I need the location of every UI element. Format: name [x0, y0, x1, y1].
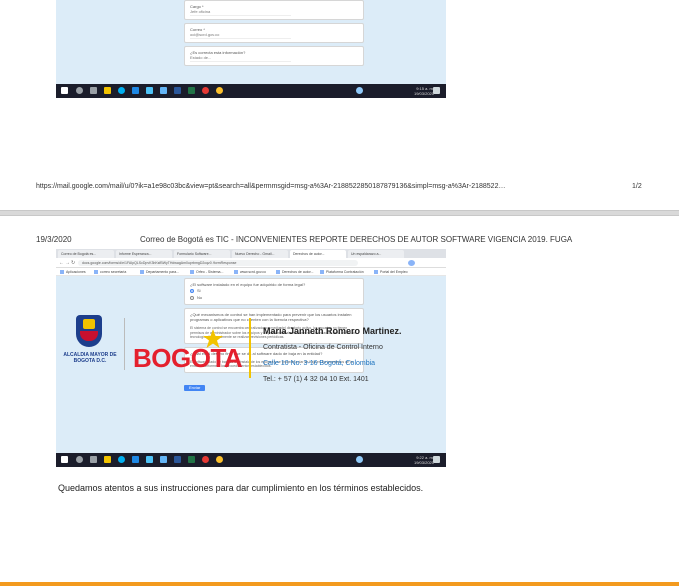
chrome-icon — [202, 87, 209, 94]
reload-icon: ↻ — [71, 260, 76, 266]
windows-taskbar: 9:15 a. m. 19/03/2020 — [56, 84, 446, 98]
form-card-question1: ¿El software instalado en el equipo fue … — [184, 278, 364, 305]
radio-checked-icon — [190, 289, 194, 293]
network-icon — [356, 87, 363, 94]
windows-start-icon — [61, 87, 68, 94]
browser-tab: Correo de Bogotá es... — [58, 250, 114, 258]
profile-avatar-icon — [408, 260, 415, 266]
clock-date: 19/03/2020 — [413, 91, 434, 96]
bookmark: Orfeo - Sistema... — [190, 269, 223, 275]
word-icon — [174, 456, 181, 463]
form-card-cargo: Cargo * Jefe oficina — [184, 0, 364, 20]
search-icon — [76, 456, 83, 463]
chrome-active-icon — [216, 87, 223, 94]
option-no: No — [190, 294, 358, 301]
excel-icon — [188, 87, 195, 94]
bookmark: www.scrd.gov.co — [234, 269, 266, 275]
pdf-page-2: 19/3/2020 Correo de Bogotá es TIC - INCO… — [0, 216, 679, 586]
signature-divider — [249, 318, 251, 378]
signer-role: Contratista - Oficina de Control Interno — [263, 344, 383, 351]
browser-tab: Un espaldarazo a... — [348, 250, 404, 258]
network-icon — [356, 456, 363, 463]
skype-icon — [118, 87, 125, 94]
question-text: ¿Qué mecanismos de control se han implem… — [190, 312, 352, 322]
browser-tab: Informe Esperanza... — [116, 250, 172, 258]
bookmarks-bar: Aplicaciones correo secretaria Departame… — [56, 268, 446, 276]
field-value: Estado de... — [190, 55, 291, 62]
browser-tab: Nuevo Derecho - Gmail... — [232, 250, 288, 258]
signer-phone: Tel.: + 57 (1) 4 32 04 10 Ext. 1401 — [263, 376, 369, 383]
windows-taskbar: 9:22 a. m. 19/03/2020 — [56, 453, 446, 467]
taskbar-clock: 9:22 a. m. 19/03/2020 — [414, 455, 434, 465]
radio-unchecked-icon — [190, 296, 194, 300]
bookmark: Derechos de autor... — [276, 269, 314, 275]
embedded-form-screenshot: Cargo * Jefe oficina Correo * oci@scrd.g… — [56, 0, 446, 98]
form-card-correo: Correo * oci@scrd.gov.co — [184, 23, 364, 43]
edge-icon — [132, 456, 139, 463]
form-card-question: ¿Es correcta esta información? Estado de… — [184, 46, 364, 66]
browser-address-bar: ← → ↻ docs.google.com/forms/d/e/1FAIpQLS… — [56, 258, 446, 268]
print-footer-url: https://mail.google.com/mail/u/0?ik=a1e9… — [36, 183, 506, 190]
browser-tab-active: Derechos de autor... — [290, 250, 346, 258]
taskbar-clock: 9:15 a. m. 19/03/2020 — [414, 86, 434, 96]
browser-tab-strip: Correo de Bogotá es... Informe Esperanza… — [56, 249, 446, 258]
bogota-wordmark: BOGOTA — [133, 343, 243, 373]
notifications-icon — [433, 87, 440, 94]
word-icon — [174, 87, 181, 94]
mail-icon — [160, 87, 167, 94]
signer-address: Calle 10 No. 3-16 Bogotá, Colombia — [263, 360, 376, 367]
browser-tab: Formulario Software... — [174, 250, 230, 258]
signer-name: Maria Janneth Romero Martinez. — [263, 326, 402, 336]
file-explorer-icon — [104, 87, 111, 94]
clock-date: 19/03/2020 — [413, 460, 434, 465]
logo-divider — [124, 318, 125, 370]
windows-start-icon — [61, 456, 68, 463]
url-field: docs.google.com/forms/d/e/1FAIpQLScDpvK3… — [78, 260, 358, 266]
bookmark: correo secretaria — [94, 269, 126, 275]
alcaldia-seal-logo: ALCALDIA MAYOR DE BOGOTA D.C. — [60, 313, 120, 373]
bookmark: Departamento para... — [140, 269, 179, 275]
bookmark: Portal del Empleo — [374, 269, 408, 275]
chrome-icon — [202, 456, 209, 463]
skype-icon — [118, 456, 125, 463]
page-number: 1/2 — [632, 183, 642, 190]
back-icon: ← — [59, 260, 64, 266]
chrome-active-icon — [216, 456, 223, 463]
submit-button: Enviar — [184, 384, 206, 391]
field-value: oci@scrd.gov.co — [190, 32, 291, 39]
store-icon — [146, 87, 153, 94]
print-header-date: 19/3/2020 — [36, 235, 72, 244]
forward-icon: → — [65, 260, 70, 266]
closing-sentence: Quedamos atentos a sus instrucciones par… — [58, 483, 424, 493]
store-icon — [146, 456, 153, 463]
footer-color-bar — [0, 582, 679, 586]
field-value: Jefe oficina — [190, 9, 291, 16]
bookmark: Plataforma Contratación — [320, 269, 364, 275]
coat-of-arms-icon — [76, 315, 102, 347]
mail-icon — [160, 456, 167, 463]
edge-icon — [132, 87, 139, 94]
seal-caption: ALCALDIA MAYOR DE BOGOTA D.C. — [63, 352, 117, 364]
pdf-page-1: Cargo * Jefe oficina Correo * oci@scrd.g… — [0, 0, 679, 210]
notifications-icon — [433, 456, 440, 463]
excel-icon — [188, 456, 195, 463]
form-column: Cargo * Jefe oficina Correo * oci@scrd.g… — [184, 0, 364, 84]
task-view-icon — [90, 456, 97, 463]
file-explorer-icon — [104, 456, 111, 463]
search-icon — [76, 87, 83, 94]
option-yes: Si — [190, 287, 358, 294]
task-view-icon — [90, 87, 97, 94]
print-header-subject: Correo de Bogotá es TIC - INCONVENIENTES… — [140, 235, 573, 244]
bookmark: Aplicaciones — [60, 269, 86, 275]
